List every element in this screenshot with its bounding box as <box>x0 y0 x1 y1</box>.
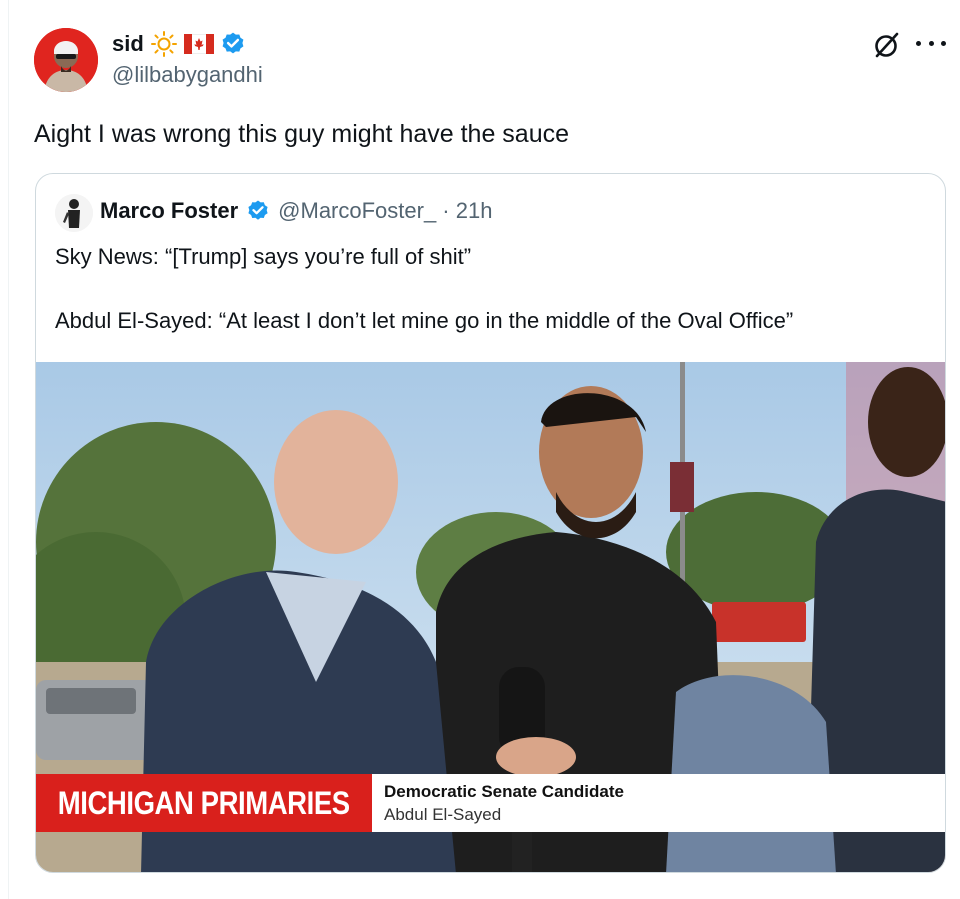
author-handle[interactable]: @lilbabygandhi <box>112 62 263 88</box>
canada-flag-icon <box>183 34 214 54</box>
caption-title: Democratic Senate Candidate <box>384 782 624 801</box>
verified-badge-icon <box>222 32 244 54</box>
more-dot <box>916 40 921 46</box>
quoted-author-avatar[interactable] <box>55 194 93 232</box>
verified-badge-icon <box>248 200 268 220</box>
quoted-display-name[interactable]: Marco Foster <box>100 198 238 224</box>
news-lower-third: MICHIGAN PRIMARIES Democratic Senate Can… <box>36 774 945 832</box>
banner-text: MICHIGAN PRIMARIES <box>58 784 350 821</box>
caption-name: Abdul El-Sayed <box>384 805 502 824</box>
caption-box: Democratic Senate Candidate Abdul El-Say… <box>372 774 945 832</box>
more-dot <box>941 40 946 46</box>
author-avatar[interactable] <box>34 28 98 92</box>
grok-icon[interactable] <box>872 30 902 60</box>
quoted-name-row: Marco Foster @MarcoFoster_ · 21h <box>100 198 492 224</box>
quoted-text-line-1: Sky News: “[Trump] says you’re full of s… <box>55 244 472 269</box>
banner-red: MICHIGAN PRIMARIES <box>36 774 372 832</box>
author-display-name[interactable]: sid <box>112 31 144 57</box>
quoted-text-line-2: Abdul El-Sayed: “At least I don’t let mi… <box>55 308 794 333</box>
quoted-handle-time[interactable]: @MarcoFoster_ · 21h <box>278 198 492 224</box>
sun-icon <box>150 31 177 57</box>
author-name-row: sid <box>112 30 246 58</box>
left-divider <box>8 0 9 899</box>
more-dot <box>928 40 934 46</box>
quoted-tweet-card[interactable]: Marco Foster @MarcoFoster_ · 21h Sky New… <box>35 173 946 873</box>
more-icon[interactable] <box>916 30 946 56</box>
tweet-text: Aight I was wrong this guy might have th… <box>34 120 570 148</box>
video-player[interactable]: MICHIGAN PRIMARIES Democratic Senate Can… <box>36 362 945 872</box>
